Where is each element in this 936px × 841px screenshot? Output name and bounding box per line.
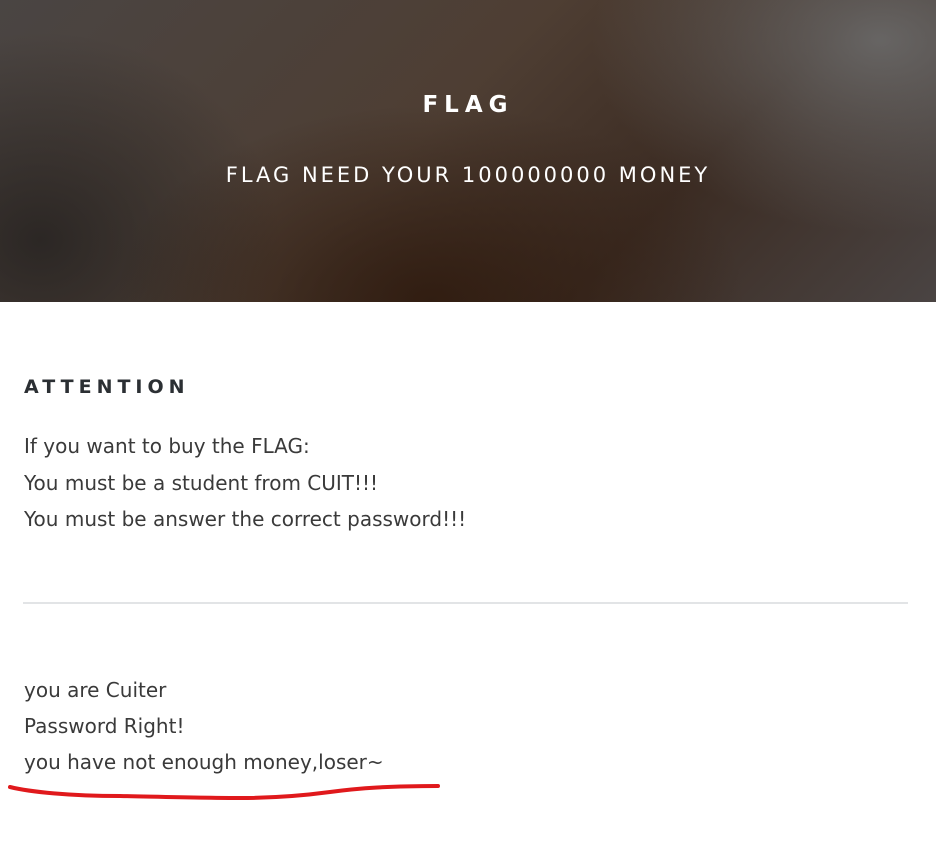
section-divider bbox=[23, 602, 908, 604]
hero-title: FLAG bbox=[422, 92, 514, 118]
hero-subtitle: FLAG NEED YOUR 100000000 MONEY bbox=[225, 163, 711, 187]
attention-heading: ATTENTION bbox=[24, 376, 190, 398]
attention-line-1: If you want to buy the FLAG: bbox=[24, 434, 310, 458]
hero-banner: FLAG FLAG NEED YOUR 100000000 MONEY bbox=[0, 0, 936, 302]
attention-line-3: You must be answer the correct password!… bbox=[24, 507, 467, 531]
result-line-1: you are Cuiter bbox=[24, 678, 167, 702]
red-underline-annotation bbox=[8, 784, 440, 801]
attention-line-2: You must be a student from CUIT!!! bbox=[24, 471, 379, 495]
result-line-2: Password Right! bbox=[24, 714, 185, 738]
